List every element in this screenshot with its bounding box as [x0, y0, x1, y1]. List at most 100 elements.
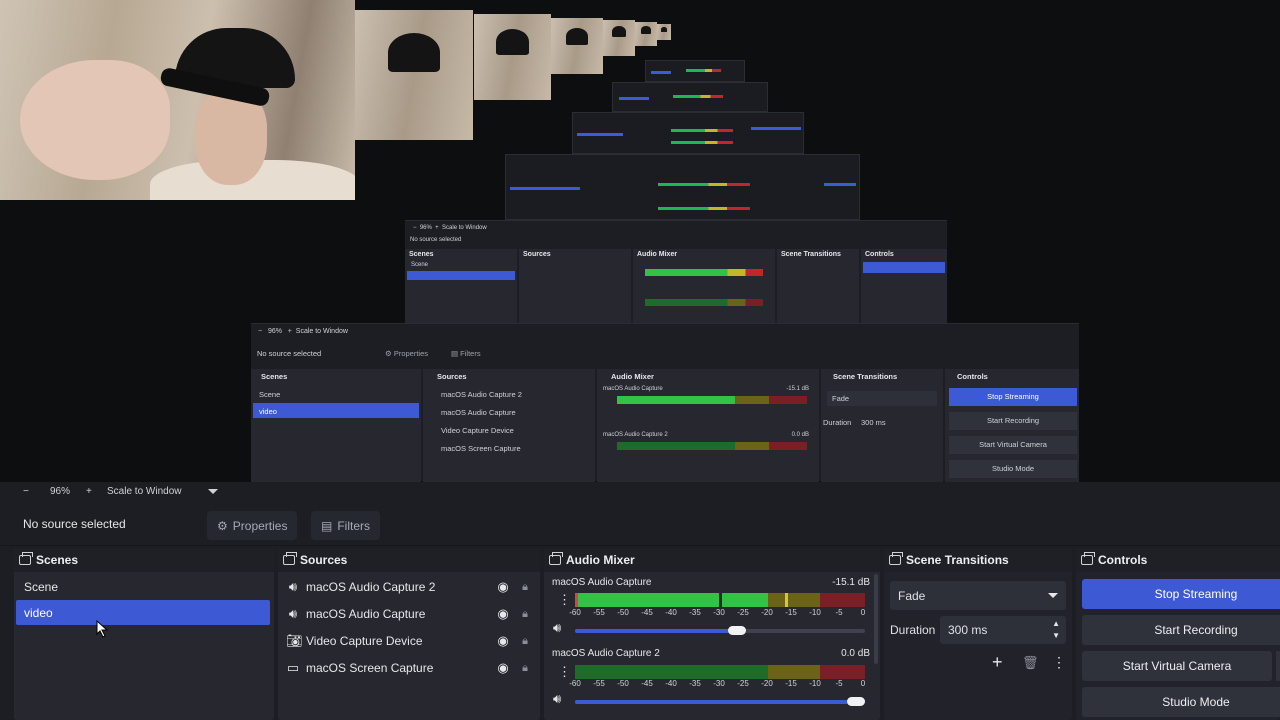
- meter-tick-label: -5: [835, 679, 843, 688]
- scene-item-scene[interactable]: Scene: [16, 574, 58, 599]
- meter-tick-label: -55: [593, 608, 605, 617]
- meter-tick-label: -30: [713, 679, 725, 688]
- audio-mixer-title: Audio Mixer: [566, 553, 635, 567]
- scenes-dock: Scenes Scene video: [14, 548, 274, 720]
- mixer-channel-db: -15.1 dB: [832, 577, 870, 588]
- recursive-preview: [572, 112, 804, 154]
- source-label: macOS Audio Capture 2: [306, 580, 436, 594]
- properties-label: Properties: [232, 518, 288, 533]
- meter-tick-label: 0: [860, 608, 866, 617]
- camera-icon: 📷︎: [286, 633, 303, 648]
- source-item[interactable]: 🔊︎ macOS Audio Capture 2 ◉ 🔒︎: [286, 575, 532, 599]
- eye-icon[interactable]: ◉: [494, 606, 512, 622]
- kebab-menu-icon[interactable]: ⋮: [558, 592, 571, 608]
- lock-icon[interactable]: 🔒︎: [518, 608, 532, 621]
- mixer-channel-name: macOS Audio Capture: [552, 577, 652, 588]
- speaker-icon[interactable]: 🔊︎: [553, 620, 561, 636]
- duration-value: 300 ms: [948, 623, 988, 637]
- meter-tick-label: -5: [835, 608, 843, 617]
- recursive-preview: − 96% + Scale to Window No source select…: [405, 220, 947, 324]
- properties-button[interactable]: ⚙ Properties: [207, 511, 298, 540]
- scenes-list: Scene video: [14, 572, 274, 720]
- mouse-cursor: [96, 620, 109, 638]
- speaker-icon: 🔊︎: [288, 579, 298, 594]
- recursive-preview: [612, 82, 768, 112]
- meter-tick-label: -10: [809, 679, 821, 688]
- gear-icon: ⚙: [217, 518, 228, 533]
- dock-icon[interactable]: [283, 552, 297, 565]
- volume-slider-thumb[interactable]: [847, 697, 865, 706]
- add-transition-icon[interactable]: +: [992, 652, 1003, 673]
- meter-tick-label: -10: [809, 608, 821, 617]
- filters-button[interactable]: ▤ Filters: [311, 511, 381, 540]
- spin-down-icon[interactable]: ▼: [1052, 631, 1060, 640]
- lock-icon[interactable]: 🔒︎: [518, 662, 532, 675]
- meter-tick-label: -60: [569, 608, 581, 617]
- scene-transitions-title: Scene Transitions: [906, 553, 1009, 567]
- kebab-menu-icon[interactable]: ⋮: [1052, 654, 1066, 671]
- eye-icon[interactable]: ◉: [494, 633, 512, 649]
- preview-canvas[interactable]: − 96% + Scale to Window No source select…: [0, 0, 1280, 482]
- dock-icon[interactable]: [1081, 552, 1095, 565]
- dock-icon[interactable]: [889, 552, 903, 565]
- speaker-icon[interactable]: 🔊︎: [553, 691, 561, 707]
- transition-select[interactable]: Fade: [890, 581, 1066, 610]
- recursive-preview: [505, 154, 860, 220]
- audio-mixer-header: Audio Mixer: [544, 548, 880, 572]
- filter-icon: ▤: [321, 518, 333, 533]
- meter-tick-label: -40: [665, 608, 677, 617]
- meter-tick-label: -15: [785, 679, 797, 688]
- mixer-scrollbar[interactable]: [874, 574, 878, 664]
- zoom-in-button[interactable]: +: [86, 486, 92, 497]
- volume-slider[interactable]: [575, 626, 865, 635]
- source-item[interactable]: ▭ macOS Screen Capture ◉ 🔒︎: [286, 656, 532, 680]
- virtual-camera-settings-button[interactable]: [1276, 651, 1280, 681]
- webcam-feed: [0, 0, 355, 200]
- duration-input[interactable]: 300 ms ▲ ▼: [940, 616, 1066, 644]
- webcam-feed-echo: [551, 18, 603, 74]
- dock-icon[interactable]: [549, 552, 563, 565]
- lock-icon[interactable]: 🔒︎: [518, 635, 532, 648]
- meter-tick-label: -55: [593, 679, 605, 688]
- scale-mode-select[interactable]: Scale to Window: [107, 486, 181, 497]
- source-item[interactable]: 🔊︎ macOS Audio Capture ◉ 🔒︎: [286, 602, 532, 626]
- scenes-title: Scenes: [36, 553, 79, 567]
- controls-header: Controls: [1076, 548, 1280, 572]
- mixer-channel-name: macOS Audio Capture 2: [552, 648, 660, 659]
- stop-streaming-button[interactable]: Stop Streaming: [1082, 579, 1280, 609]
- scenes-dock-header: Scenes: [14, 548, 274, 572]
- webcam-feed-echo: [635, 22, 657, 46]
- webcam-feed-echo: [474, 14, 551, 100]
- zoom-out-button[interactable]: −: [23, 486, 29, 497]
- lock-icon[interactable]: 🔒︎: [518, 581, 532, 594]
- recursive-preview: [645, 60, 745, 82]
- chevron-down-icon[interactable]: [208, 489, 218, 494]
- studio-mode-button[interactable]: Studio Mode: [1082, 687, 1280, 717]
- meter-tick-label: -45: [641, 679, 653, 688]
- eye-icon[interactable]: ◉: [494, 660, 512, 676]
- trash-icon[interactable]: 🗑︎: [1022, 655, 1039, 671]
- start-recording-button[interactable]: Start Recording: [1082, 615, 1280, 645]
- chevron-down-icon: [1048, 593, 1058, 598]
- obs-window: − 96% + Scale to Window No source select…: [0, 0, 1280, 720]
- speaker-icon: 🔊︎: [288, 606, 298, 621]
- spin-up-icon[interactable]: ▲: [1052, 619, 1060, 628]
- scene-item-video[interactable]: video: [16, 600, 270, 625]
- sources-list: 🔊︎ macOS Audio Capture 2 ◉ 🔒︎ 🔊︎ macOS A…: [278, 572, 540, 720]
- webcam-feed-echo: [603, 20, 635, 56]
- volume-meter: [575, 593, 865, 607]
- recursive-preview: − 96% + Scale to Window No source select…: [251, 323, 1079, 482]
- source-label: Video Capture Device: [306, 634, 423, 648]
- dock-icon[interactable]: [19, 552, 33, 565]
- volume-slider-thumb[interactable]: [728, 626, 747, 635]
- start-virtual-camera-button[interactable]: Start Virtual Camera: [1082, 651, 1272, 681]
- webcam-feed-echo: [657, 24, 671, 40]
- eye-icon[interactable]: ◉: [494, 579, 512, 595]
- meter-tick-label: -35: [689, 608, 701, 617]
- kebab-menu-icon[interactable]: ⋮: [558, 664, 571, 680]
- volume-slider[interactable]: [575, 697, 865, 706]
- meter-tick-label: -60: [569, 679, 581, 688]
- sources-title: Sources: [300, 553, 348, 567]
- no-source-label: No source selected: [23, 517, 126, 531]
- source-item[interactable]: 📷︎ Video Capture Device ◉ 🔒︎: [286, 629, 532, 653]
